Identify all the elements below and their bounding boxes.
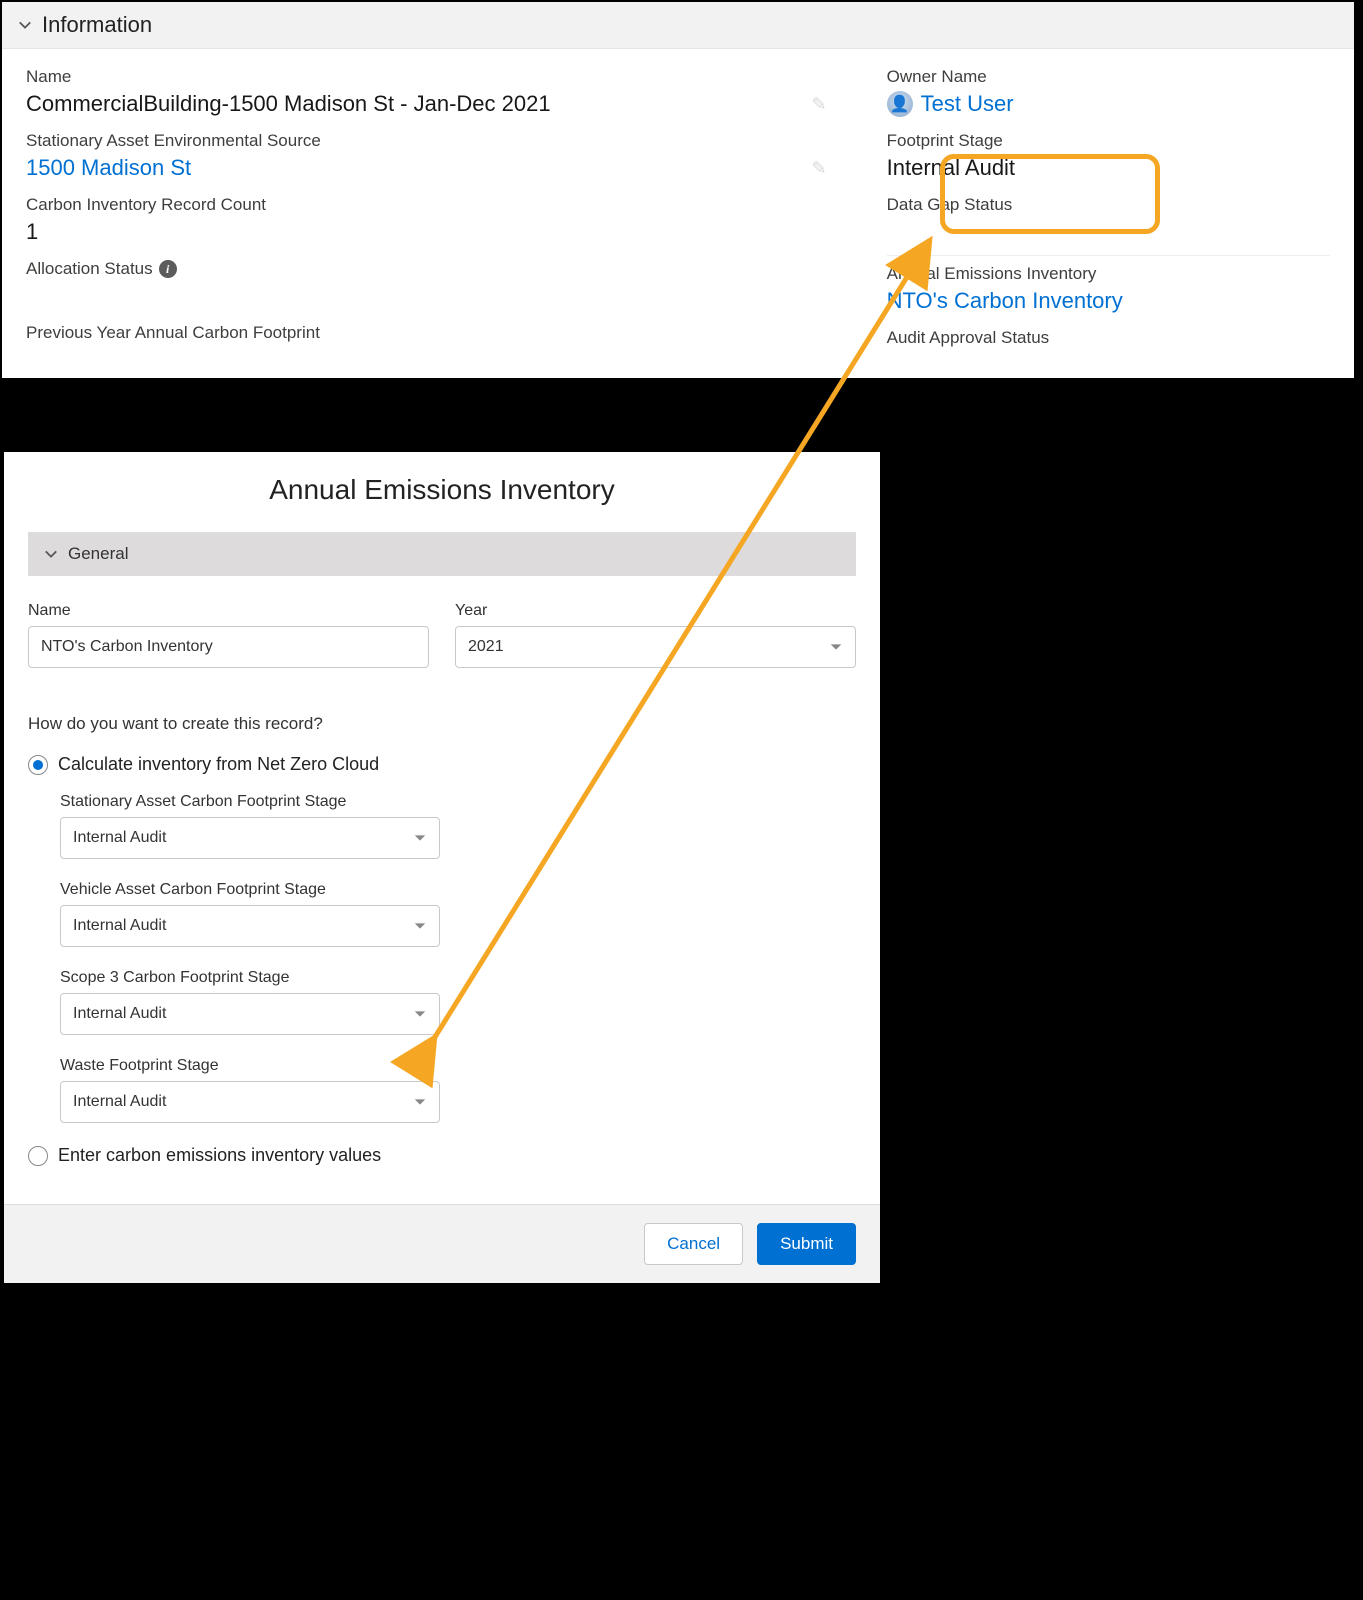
- footprint-stage-value: Internal Audit: [887, 155, 1330, 181]
- stationary-stage-select[interactable]: Internal Audit: [60, 817, 440, 859]
- chevron-down-icon: [413, 919, 427, 933]
- info-icon[interactable]: i: [159, 260, 177, 278]
- edit-icon[interactable]: ✎: [812, 94, 827, 115]
- env-source-label: Stationary Asset Environmental Source: [26, 131, 887, 151]
- aei-link[interactable]: NTO's Carbon Inventory: [887, 288, 1123, 314]
- stationary-stage-label: Stationary Asset Carbon Footprint Stage: [60, 793, 440, 811]
- waste-stage-label: Waste Footprint Stage: [60, 1057, 440, 1075]
- data-gap-label: Data Gap Status: [887, 195, 1330, 215]
- dialog-year-label: Year: [455, 602, 856, 620]
- information-panel: Information Name CommercialBuilding-1500…: [0, 0, 1356, 380]
- radio-icon[interactable]: [28, 1146, 48, 1166]
- chevron-down-icon: [413, 1095, 427, 1109]
- data-gap-value: [887, 219, 1330, 245]
- record-count-label: Carbon Inventory Record Count: [26, 195, 887, 215]
- how-create-question: How do you want to create this record?: [28, 714, 856, 734]
- audit-approval-label: Audit Approval Status: [887, 328, 1330, 348]
- scope3-stage-label: Scope 3 Carbon Footprint Stage: [60, 969, 440, 987]
- prev-year-label: Previous Year Annual Carbon Footprint: [26, 323, 887, 343]
- aei-dialog: Annual Emissions Inventory General Name …: [2, 450, 882, 1285]
- footprint-stage-label: Footprint Stage: [887, 131, 1330, 151]
- owner-name-value[interactable]: 👤 Test User: [887, 91, 1330, 117]
- env-source-value[interactable]: 1500 Madison St ✎: [26, 155, 887, 181]
- aei-value[interactable]: NTO's Carbon Inventory: [887, 288, 1330, 314]
- aei-label: Annual Emissions Inventory: [887, 264, 1330, 284]
- vehicle-stage-select[interactable]: Internal Audit: [60, 905, 440, 947]
- owner-name-label: Owner Name: [887, 67, 1330, 87]
- name-label: Name: [26, 67, 887, 87]
- dialog-year-select[interactable]: 2021: [455, 626, 856, 668]
- edit-icon[interactable]: ✎: [812, 158, 827, 179]
- scope3-stage-select[interactable]: Internal Audit: [60, 993, 440, 1035]
- vehicle-stage-label: Vehicle Asset Carbon Footprint Stage: [60, 881, 440, 899]
- chevron-down-icon: [829, 640, 843, 654]
- radio-calculate[interactable]: Calculate inventory from Net Zero Cloud: [28, 754, 856, 775]
- owner-link[interactable]: Test User: [921, 91, 1014, 117]
- waste-stage-select[interactable]: Internal Audit: [60, 1081, 440, 1123]
- avatar-icon: 👤: [887, 91, 913, 117]
- chevron-down-icon: [44, 547, 58, 561]
- chevron-down-icon: [413, 831, 427, 845]
- information-title: Information: [42, 12, 152, 38]
- dialog-title: Annual Emissions Inventory: [4, 452, 880, 532]
- radio-enter-values[interactable]: Enter carbon emissions inventory values: [28, 1145, 856, 1166]
- general-section-header[interactable]: General: [28, 532, 856, 576]
- allocation-status-value: [26, 283, 887, 309]
- env-source-link[interactable]: 1500 Madison St: [26, 155, 191, 181]
- dialog-name-label: Name: [28, 602, 429, 620]
- allocation-status-label: Allocation Status i: [26, 259, 887, 279]
- name-value[interactable]: CommercialBuilding-1500 Madison St - Jan…: [26, 91, 887, 117]
- chevron-down-icon: [18, 18, 32, 32]
- radio-icon[interactable]: [28, 755, 48, 775]
- dialog-name-input[interactable]: NTO's Carbon Inventory: [28, 626, 429, 668]
- information-section-header[interactable]: Information: [2, 2, 1354, 49]
- record-count-value: 1: [26, 219, 887, 245]
- cancel-button[interactable]: Cancel: [644, 1223, 743, 1265]
- submit-button[interactable]: Submit: [757, 1223, 856, 1265]
- dialog-footer: Cancel Submit: [4, 1204, 880, 1283]
- chevron-down-icon: [413, 1007, 427, 1021]
